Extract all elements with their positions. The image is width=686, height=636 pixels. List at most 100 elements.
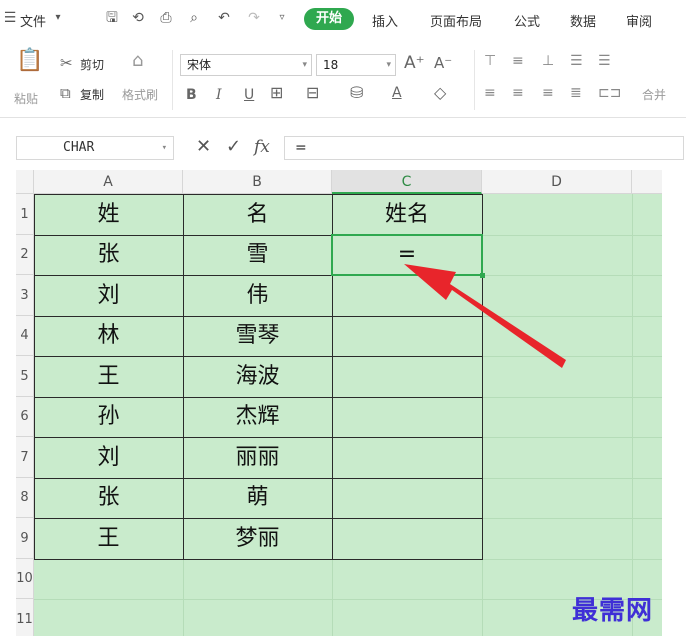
- cell-a2[interactable]: 张: [34, 235, 183, 275]
- cell-b5[interactable]: 海波: [183, 356, 332, 397]
- chevron-down-icon: ▾: [161, 143, 167, 153]
- row-header-7[interactable]: 7: [16, 437, 34, 478]
- format-painter-button[interactable]: 格式刷: [122, 86, 158, 103]
- insert-function-icon[interactable]: fx: [254, 137, 270, 157]
- row-header-5[interactable]: 5: [16, 356, 34, 397]
- formula-bar: CHAR ▾ ✕ ✓ fx =: [0, 118, 686, 170]
- paste-icon[interactable]: 📋: [16, 50, 43, 72]
- increase-font-icon[interactable]: A⁺: [404, 54, 425, 72]
- cell-c5[interactable]: [332, 356, 482, 397]
- font-color-icon[interactable]: A: [392, 84, 402, 102]
- cell-a1[interactable]: 姓: [34, 194, 183, 235]
- watermark-text: 最需网: [572, 596, 654, 626]
- tab-insert[interactable]: 插入: [372, 11, 398, 30]
- cell-b3[interactable]: 伟: [183, 275, 332, 316]
- cell-a9[interactable]: 王: [34, 518, 183, 559]
- cut-button[interactable]: 剪切: [80, 56, 104, 73]
- cell-c4[interactable]: [332, 316, 482, 356]
- formula-input[interactable]: =: [284, 136, 684, 160]
- cancel-icon[interactable]: ✕: [196, 137, 211, 157]
- bold-icon[interactable]: B: [186, 86, 197, 104]
- cell-a8[interactable]: 张: [34, 478, 183, 518]
- cell-a4[interactable]: 林: [34, 316, 183, 356]
- column-header-a[interactable]: A: [34, 170, 183, 194]
- tab-formula[interactable]: 公式: [514, 11, 540, 30]
- outdent-icon[interactable]: ☰: [598, 52, 611, 70]
- justify-icon[interactable]: ≣: [570, 84, 582, 102]
- name-box[interactable]: CHAR ▾: [16, 136, 174, 160]
- align-top-icon[interactable]: ⊤: [484, 52, 496, 70]
- sheet-grid[interactable]: A B C D 1 2 3 4 5 6 7 8 9 10 11 姓 名 姓名 张…: [16, 170, 662, 636]
- cell-style-icon[interactable]: ⊟: [306, 84, 319, 102]
- column-header-d[interactable]: D: [482, 170, 632, 194]
- font-size-select[interactable]: 18 ▾: [316, 54, 396, 76]
- hamburger-menu-icon[interactable]: ☰: [2, 10, 18, 26]
- italic-icon[interactable]: I: [216, 86, 222, 104]
- column-header-e[interactable]: [632, 170, 662, 194]
- border-icon[interactable]: ⊞: [270, 84, 283, 102]
- cell-c8[interactable]: [332, 478, 482, 518]
- cell-b7[interactable]: 丽丽: [183, 437, 332, 478]
- tab-review[interactable]: 审阅: [626, 11, 652, 30]
- cell-c9[interactable]: [332, 518, 482, 559]
- cell-b2[interactable]: 雪: [183, 235, 332, 275]
- paste-button[interactable]: 粘贴: [14, 90, 38, 107]
- align-center-icon[interactable]: ≡: [512, 84, 524, 102]
- decrease-font-icon[interactable]: A⁻: [434, 54, 452, 72]
- print-icon[interactable]: ⎙: [158, 10, 174, 26]
- align-middle-icon[interactable]: ≡: [512, 52, 524, 70]
- cell-b1[interactable]: 名: [183, 194, 332, 235]
- row-header-3[interactable]: 3: [16, 275, 34, 316]
- fill-color-icon[interactable]: ⛁: [350, 84, 363, 102]
- print-preview-icon[interactable]: ⌕: [186, 10, 202, 26]
- column-header-b[interactable]: B: [183, 170, 332, 194]
- tab-data[interactable]: 数据: [570, 11, 596, 30]
- confirm-icon[interactable]: ✓: [226, 137, 241, 157]
- redo-icon[interactable]: ↷: [246, 10, 262, 26]
- format-icon[interactable]: ⟲: [130, 10, 146, 26]
- copy-icon[interactable]: ⧉: [60, 84, 71, 102]
- cell-a6[interactable]: 孙: [34, 397, 183, 437]
- quick-access-more-icon[interactable]: ▿: [274, 10, 290, 26]
- align-right-icon[interactable]: ≡: [542, 84, 554, 102]
- align-bottom-icon[interactable]: ⊥: [542, 52, 554, 70]
- row-header-4[interactable]: 4: [16, 316, 34, 356]
- cell-b4[interactable]: 雪琴: [183, 316, 332, 356]
- cut-icon[interactable]: ✂: [60, 54, 73, 72]
- underline-icon[interactable]: U: [244, 86, 254, 104]
- select-all-corner[interactable]: [16, 170, 34, 194]
- font-name-select[interactable]: 宋体 ▾: [180, 54, 312, 76]
- copy-button[interactable]: 复制: [80, 86, 104, 103]
- row-header-1[interactable]: 1: [16, 194, 34, 235]
- row-header-6[interactable]: 6: [16, 397, 34, 437]
- cell-a7[interactable]: 刘: [34, 437, 183, 478]
- cell-b6[interactable]: 杰辉: [183, 397, 332, 437]
- chevron-down-icon[interactable]: ▾: [50, 10, 66, 26]
- row-header-11[interactable]: 11: [16, 599, 34, 636]
- menu-file[interactable]: 文件: [20, 11, 46, 30]
- align-left-icon[interactable]: ≡: [484, 84, 496, 102]
- row-header-10[interactable]: 10: [16, 559, 34, 599]
- row-header-8[interactable]: 8: [16, 478, 34, 518]
- column-header-c[interactable]: C: [332, 170, 482, 194]
- fill-handle[interactable]: [480, 273, 485, 278]
- cell-c7[interactable]: [332, 437, 482, 478]
- format-painter-icon[interactable]: ⌂: [132, 52, 143, 70]
- cell-b8[interactable]: 萌: [183, 478, 332, 518]
- cell-b9[interactable]: 梦丽: [183, 518, 332, 559]
- save-icon[interactable]: 🖫: [104, 10, 120, 26]
- cell-a3[interactable]: 刘: [34, 275, 183, 316]
- distribute-icon[interactable]: ⊏⊐: [598, 84, 621, 102]
- tab-page-layout[interactable]: 页面布局: [430, 11, 482, 30]
- cell-a5[interactable]: 王: [34, 356, 183, 397]
- row-header-9[interactable]: 9: [16, 518, 34, 559]
- indent-icon[interactable]: ☰: [570, 52, 583, 70]
- clear-format-icon[interactable]: ◇: [434, 84, 446, 102]
- undo-icon[interactable]: ↶: [216, 10, 232, 26]
- row-header-2[interactable]: 2: [16, 235, 34, 275]
- merge-button[interactable]: 合并: [642, 86, 666, 103]
- tab-start[interactable]: 开始: [304, 8, 354, 30]
- cell-c6[interactable]: [332, 397, 482, 437]
- cell-c3[interactable]: [332, 275, 482, 316]
- cell-c1[interactable]: 姓名: [332, 194, 482, 235]
